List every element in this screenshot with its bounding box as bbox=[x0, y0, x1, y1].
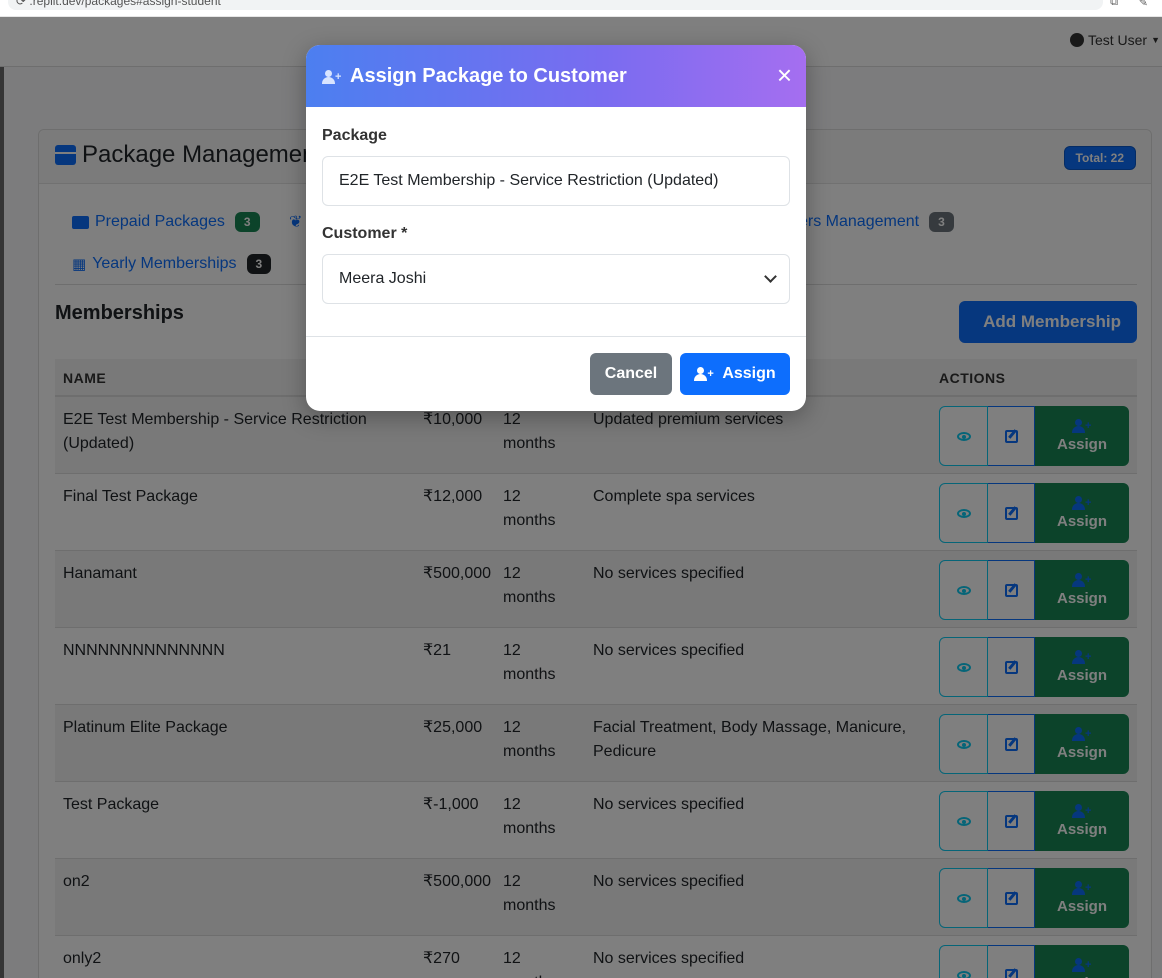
close-icon[interactable]: × bbox=[777, 62, 792, 88]
package-field[interactable]: E2E Test Membership - Service Restrictio… bbox=[322, 156, 790, 206]
modal-title-text: Assign Package to Customer bbox=[350, 65, 627, 87]
url-text: .replit.dev/packages#assign-student bbox=[29, 0, 221, 8]
cancel-button[interactable]: Cancel bbox=[590, 353, 672, 395]
browser-url-bar: ⟳ .replit.dev/packages#assign-student ⧉ … bbox=[0, 0, 1162, 17]
url-icon: ⟳ bbox=[16, 0, 30, 8]
assign-package-modal: + Assign Package to Customer × Package E… bbox=[306, 45, 806, 411]
pen-icon[interactable]: ✎ bbox=[1139, 0, 1148, 9]
customer-label: Customer * bbox=[322, 225, 408, 242]
package-label: Package bbox=[322, 127, 387, 144]
modal-title: + Assign Package to Customer bbox=[322, 65, 627, 88]
user-plus-icon: + bbox=[322, 69, 342, 84]
modal-footer-divider bbox=[306, 336, 806, 337]
user-plus-icon: + bbox=[694, 367, 714, 381]
assign-button[interactable]: + Assign bbox=[680, 353, 790, 395]
assign-button-label: Assign bbox=[722, 365, 776, 382]
copy-icon[interactable]: ⧉ bbox=[1110, 0, 1118, 9]
customer-select[interactable]: Meera Joshi bbox=[322, 254, 790, 304]
customer-select-value: Meera Joshi bbox=[339, 270, 427, 287]
url-field[interactable]: ⟳ .replit.dev/packages#assign-student bbox=[8, 0, 1103, 10]
chevron-down-icon bbox=[764, 270, 777, 283]
modal-header: + Assign Package to Customer × bbox=[306, 45, 806, 107]
